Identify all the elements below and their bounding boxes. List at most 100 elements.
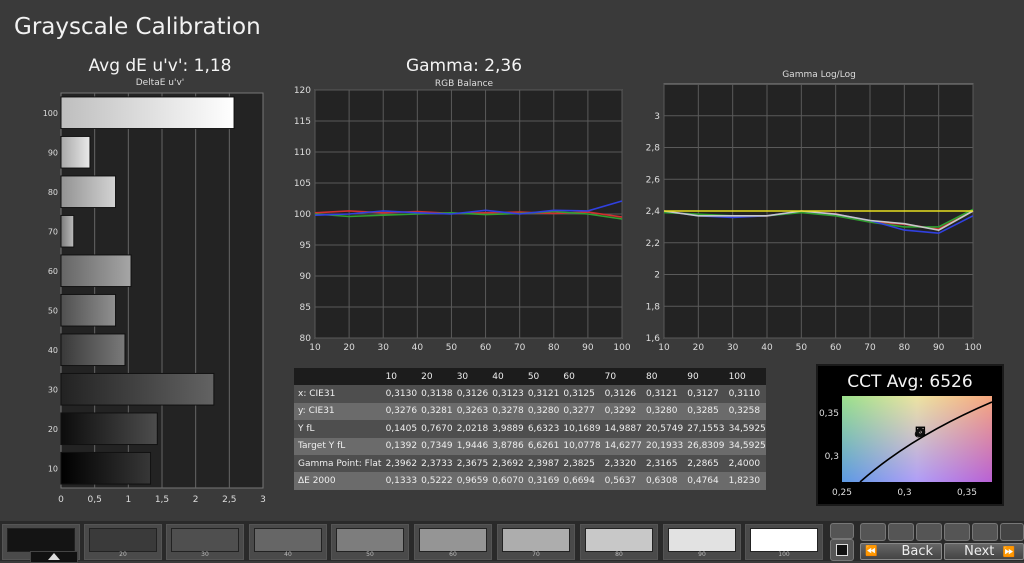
x-tick-label: 40 <box>761 343 773 353</box>
table-cell: 20,5749 <box>641 420 684 438</box>
x-tick-label: 1,5 <box>155 495 169 505</box>
bar-80 <box>60 175 117 209</box>
table-row: Gamma Point: Flat 2,3962 2,3733 2,3675 2,369… <box>294 454 766 473</box>
deltae-chart-subtitle: DeltaE u'v' <box>135 78 185 88</box>
swatch-color <box>419 528 487 552</box>
table-cell: 0,3278 <box>488 402 524 421</box>
refresh-icon[interactable] <box>972 523 998 541</box>
y-tick-label: 40 <box>48 346 58 355</box>
gray-swatch[interactable]: 20 <box>84 524 162 560</box>
table-cell: 0,3258 <box>724 402 766 421</box>
table-cell: 0,5637 <box>600 472 642 490</box>
y-tick-label: 95 <box>300 241 311 251</box>
gray-swatch[interactable]: 100 <box>745 524 823 560</box>
gray-swatch[interactable]: 30 <box>166 524 244 560</box>
bar-30 <box>60 372 215 406</box>
play-icon[interactable] <box>888 523 914 541</box>
table-cell: 1,9446 <box>452 437 489 455</box>
table-row: x: CIE31 0,3130 0,3138 0,3126 0,3123 0,3121 0,… <box>294 385 766 403</box>
column-header: 20 <box>417 368 453 386</box>
menu-icon[interactable] <box>1000 523 1024 541</box>
rgb-balance-chart: 10 20 30 40 50 60 70 80 90 100 80 85 90 95 100 105 110 11… <box>294 86 631 353</box>
x-tick-label: 20 <box>693 343 705 353</box>
y-tick-label: 50 <box>48 306 58 315</box>
y-tick-label: 2,4 <box>646 207 661 217</box>
gray-swatch[interactable]: 40 <box>249 524 327 560</box>
y-tick-label: 0,3 <box>825 452 839 462</box>
swatch-color <box>7 528 75 552</box>
record-icon[interactable] <box>860 523 886 541</box>
table-cell: 0,3281 <box>417 402 453 421</box>
table-cell: 14,6277 <box>600 437 642 455</box>
column-header: 40 <box>488 368 524 386</box>
next-button-label: Next <box>964 544 995 559</box>
table-cell: 0,3126 <box>452 385 489 403</box>
table-cell: 2,3987 <box>523 454 560 473</box>
y-tick-label: 105 <box>294 179 311 189</box>
x-tick-label: 10 <box>309 343 321 353</box>
table-cell: 34,5925 <box>724 437 766 455</box>
gray-swatch[interactable]: 50 <box>331 524 409 560</box>
next-button[interactable]: Next ⏩ <box>944 543 1024 560</box>
table-cell: y: CIE31 <box>294 402 382 421</box>
x-tick-label: 30 <box>727 343 739 353</box>
eye-icon[interactable] <box>830 523 854 539</box>
link-icon[interactable] <box>944 523 970 541</box>
y-tick-label: 1,6 <box>646 334 661 344</box>
swatch-label: 30 <box>201 551 209 558</box>
swatch-label: 60 <box>449 551 457 558</box>
table-cell: 0,3263 <box>452 402 489 421</box>
table-cell: 2,3825 <box>559 454 601 473</box>
table-cell: 10,1689 <box>559 420 601 438</box>
column-header <box>294 368 382 386</box>
y-tick-label: 60 <box>48 267 58 276</box>
table-cell: 3,9889 <box>488 420 524 438</box>
table-cell: 0,3292 <box>600 402 642 421</box>
x-tick-label: 0,25 <box>832 488 852 498</box>
swatch-label: 90 <box>698 551 706 558</box>
y-tick-label: 20 <box>48 425 58 434</box>
bar-100 <box>60 96 235 130</box>
bar-40 <box>60 333 126 367</box>
x-tick-label: 70 <box>864 343 876 353</box>
swatch-label: 50 <box>366 551 374 558</box>
table-cell: 0,3276 <box>381 402 418 421</box>
x-tick-label: 100 <box>613 343 630 353</box>
gray-swatch[interactable]: 60 <box>414 524 492 560</box>
gray-swatch[interactable]: 70 <box>497 524 575 560</box>
table-cell: 2,2865 <box>683 454 725 473</box>
y-tick-label: 0,35 <box>819 409 839 419</box>
table-cell: 0,3285 <box>683 402 725 421</box>
triangle-up-icon[interactable] <box>30 551 78 563</box>
gray-swatch[interactable]: 90 <box>663 524 741 560</box>
cie-gamut-overlay <box>842 396 992 482</box>
deltae-chart-title: Avg dE u'v': 1,18 <box>88 56 232 76</box>
y-tick-label: 100 <box>294 210 311 220</box>
table-cell: 14,9887 <box>600 420 642 438</box>
cie-chromaticity-chart: 0,25 0,3 0,35 0,3 0,35 <box>819 396 993 498</box>
table-cell: 0,3130 <box>381 385 418 403</box>
table-cell: ΔE 2000 <box>294 472 382 490</box>
table-cell: 0,3123 <box>488 385 524 403</box>
table-cell: x: CIE31 <box>294 385 382 403</box>
gray-swatch[interactable]: 80 <box>580 524 658 560</box>
column-header: 100 <box>724 368 766 386</box>
table-cell: 0,4764 <box>683 472 725 490</box>
table-cell: 0,3138 <box>417 385 453 403</box>
table-cell: 0,3280 <box>523 402 560 421</box>
table-cell: 0,7670 <box>417 420 453 438</box>
x-tick-label: 90 <box>582 343 594 353</box>
gamma-loglog-title: Gamma Log/Log <box>782 70 856 80</box>
back-button[interactable]: ⏪ Back <box>860 543 942 560</box>
swatch-label: 100 <box>778 551 790 558</box>
x-tick-label: 2,5 <box>222 495 236 505</box>
bar-60 <box>60 254 132 288</box>
table-cell: 20,1933 <box>641 437 684 455</box>
table-cell: 0,5222 <box>417 472 453 490</box>
swatch-color <box>254 528 322 552</box>
column-header: 70 <box>600 368 642 386</box>
save-icon[interactable] <box>916 523 942 541</box>
stop-button[interactable] <box>830 539 854 561</box>
x-tick-label: 40 <box>412 343 424 353</box>
swatch-color <box>668 528 736 552</box>
